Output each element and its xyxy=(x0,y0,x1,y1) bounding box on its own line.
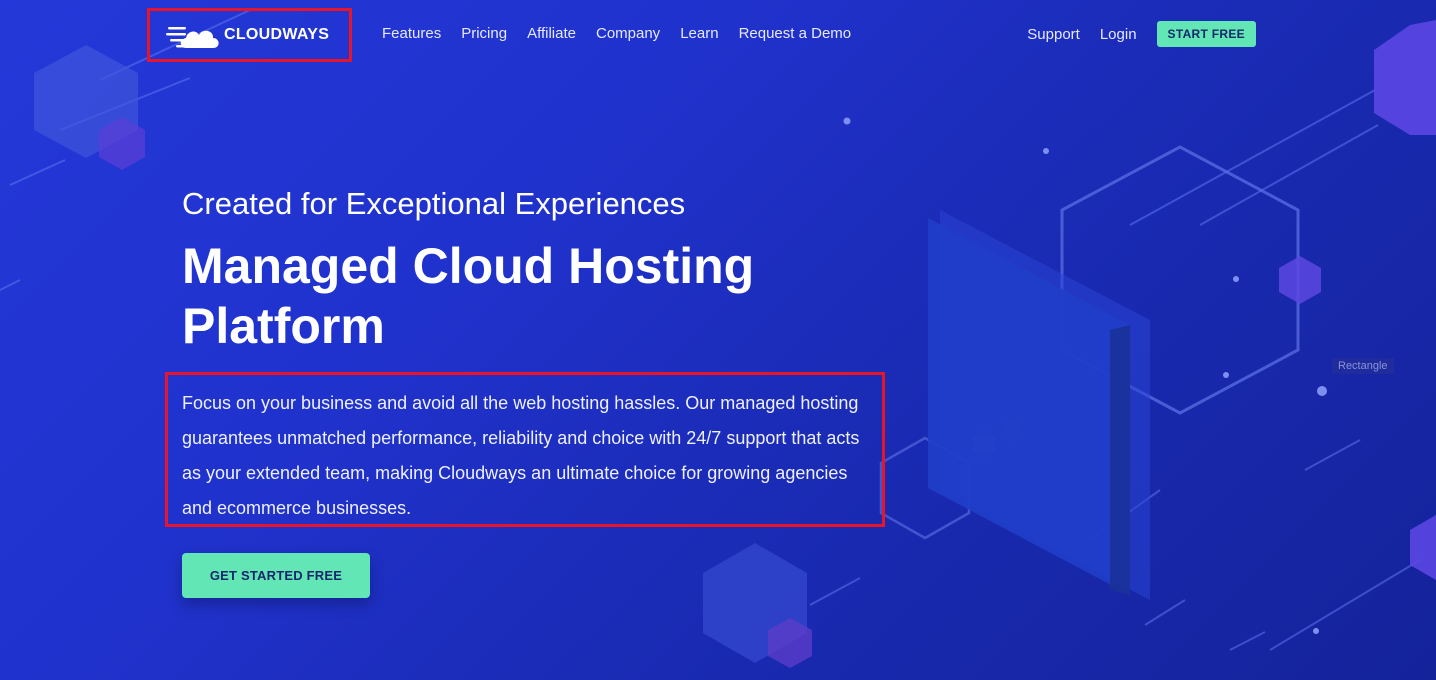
main-nav: Features Pricing Affiliate Company Learn… xyxy=(382,25,871,42)
nav-link-learn[interactable]: Learn xyxy=(680,25,718,42)
start-free-button[interactable]: START FREE xyxy=(1156,21,1256,47)
nav-link-request-demo[interactable]: Request a Demo xyxy=(739,25,852,42)
cloudways-logo[interactable]: CLOUDWAYS xyxy=(166,18,336,52)
nav-link-affiliate[interactable]: Affiliate xyxy=(527,25,576,42)
nav-link-pricing[interactable]: Pricing xyxy=(461,25,507,42)
nav-right-group: Support Login START FREE xyxy=(1027,21,1256,47)
logo-text: CLOUDWAYS xyxy=(224,26,330,43)
hero-title: Managed Cloud Hosting Platform xyxy=(182,238,755,354)
support-link[interactable]: Support xyxy=(1027,26,1080,43)
hero-subtitle: Created for Exceptional Experiences xyxy=(182,186,686,221)
rectangle-label: Rectangle xyxy=(1332,358,1394,374)
cloud-logo-icon xyxy=(166,18,222,52)
nav-link-features[interactable]: Features xyxy=(382,25,441,42)
login-link[interactable]: Login xyxy=(1100,26,1137,43)
nav-link-company[interactable]: Company xyxy=(596,25,660,42)
hero-description: Focus on your business and avoid all the… xyxy=(182,393,860,518)
get-started-free-button[interactable]: GET STARTED FREE xyxy=(182,553,370,598)
